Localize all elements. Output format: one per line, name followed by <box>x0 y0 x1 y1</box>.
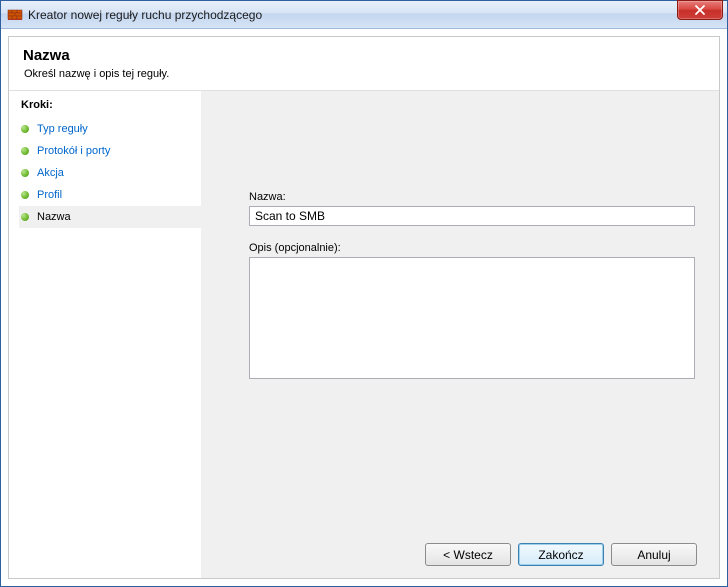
description-textarea[interactable] <box>249 257 695 379</box>
step-name[interactable]: Nazwa <box>19 206 201 228</box>
step-label: Typ reguły <box>37 123 88 135</box>
name-label: Nazwa: <box>249 191 695 203</box>
bullet-icon <box>21 125 29 133</box>
steps-heading: Kroki: <box>19 99 201 111</box>
cancel-button[interactable]: Anuluj <box>611 543 697 566</box>
description-label: Opis (opcjonalnie): <box>249 242 695 254</box>
bullet-icon <box>21 169 29 177</box>
steps-sidebar: Kroki: Typ reguły Protokół i porty Akcja… <box>9 91 201 578</box>
main-panel: Nazwa: Opis (opcjonalnie): < Wstecz Zako… <box>201 91 719 578</box>
back-button[interactable]: < Wstecz <box>425 543 511 566</box>
bullet-icon <box>21 191 29 199</box>
name-input[interactable] <box>249 206 695 226</box>
wizard-frame: Nazwa Określ nazwę i opis tej reguły. Kr… <box>8 36 720 579</box>
finish-button[interactable]: Zakończ <box>518 543 604 566</box>
wizard-header: Nazwa Określ nazwę i opis tej reguły. <box>9 37 719 90</box>
step-profile[interactable]: Profil <box>19 184 201 206</box>
step-label: Profil <box>37 189 62 201</box>
bullet-icon <box>21 147 29 155</box>
close-button[interactable] <box>677 0 723 20</box>
window-title: Kreator nowej reguły ruchu przychodząceg… <box>28 8 677 22</box>
page-subtitle: Określ nazwę i opis tej reguły. <box>23 68 705 80</box>
firewall-icon <box>7 7 23 23</box>
button-row: < Wstecz Zakończ Anuluj <box>425 543 697 566</box>
bullet-icon <box>21 213 29 221</box>
step-rule-type[interactable]: Typ reguły <box>19 118 201 140</box>
step-action[interactable]: Akcja <box>19 162 201 184</box>
step-protocol-ports[interactable]: Protokół i porty <box>19 140 201 162</box>
step-label: Nazwa <box>37 211 71 223</box>
wizard-window: Kreator nowej reguły ruchu przychodząceg… <box>0 0 728 587</box>
step-label: Protokół i porty <box>37 145 110 157</box>
page-title: Nazwa <box>23 47 705 64</box>
close-icon <box>694 5 706 15</box>
titlebar: Kreator nowej reguły ruchu przychodząceg… <box>1 1 727 29</box>
wizard-body: Kroki: Typ reguły Protokół i porty Akcja… <box>9 90 719 578</box>
step-label: Akcja <box>37 167 64 179</box>
